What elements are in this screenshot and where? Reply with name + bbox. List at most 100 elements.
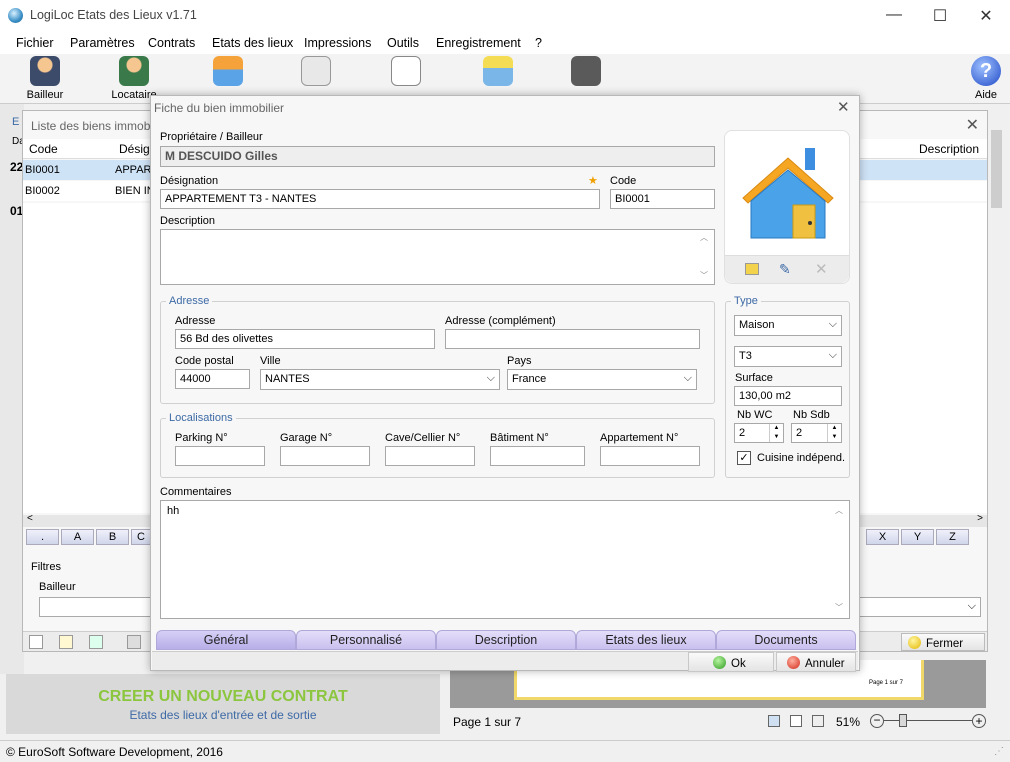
- alpha-tab[interactable]: Z: [936, 529, 969, 545]
- alpha-tab[interactable]: .: [26, 529, 59, 545]
- column-header-description[interactable]: Description: [919, 142, 979, 156]
- menu-outils[interactable]: Outils: [387, 36, 419, 50]
- address-field[interactable]: 56 Bd des olivettes: [175, 329, 435, 349]
- postal-field[interactable]: 44000: [175, 369, 250, 389]
- print-icon[interactable]: [127, 635, 141, 649]
- scroll-left-icon[interactable]: <: [27, 513, 33, 524]
- address2-label: Adresse (complément): [445, 315, 556, 327]
- surface-field[interactable]: 130,00 m2: [734, 386, 842, 406]
- sdb-stepper[interactable]: 2 ▲ ▼: [791, 423, 842, 443]
- fermer-button[interactable]: Fermer: [901, 633, 985, 651]
- type2-select[interactable]: T3 ⌵: [734, 346, 842, 367]
- toolbar-contrats[interactable]: [296, 56, 336, 89]
- tab-general[interactable]: Général: [156, 630, 296, 650]
- single-page-icon[interactable]: [790, 715, 802, 727]
- copyright-text: © EuroSoft Software Development, 2016: [6, 745, 223, 759]
- scroll-down-icon[interactable]: ﹀: [835, 602, 843, 613]
- zoom-in-icon[interactable]: +: [972, 714, 986, 728]
- fermer-label: Fermer: [926, 638, 964, 650]
- zoom-slider[interactable]: [884, 720, 972, 721]
- alpha-tab[interactable]: Y: [901, 529, 934, 545]
- stepper-arrows-icon[interactable]: ▲ ▼: [827, 424, 841, 442]
- alpha-tab[interactable]: C: [131, 529, 151, 545]
- country-select[interactable]: France ⌵: [507, 369, 697, 390]
- menu-etats-des-lieux[interactable]: Etats des lieux: [212, 36, 293, 50]
- menu-parametres[interactable]: Paramètres: [70, 36, 135, 50]
- edit-icon[interactable]: [59, 635, 73, 649]
- appartement-field[interactable]: [600, 446, 700, 466]
- chevron-down-icon: ⌵: [828, 318, 837, 330]
- scroll-right-icon[interactable]: >: [977, 513, 983, 524]
- eraser-icon[interactable]: ✎: [779, 261, 791, 278]
- new-icon[interactable]: [29, 635, 43, 649]
- tab-description[interactable]: Description: [436, 630, 576, 650]
- vertical-scrollbar[interactable]: [988, 110, 1005, 710]
- scroll-up-icon[interactable]: ︿: [835, 505, 843, 516]
- toolbar-etats-des-lieux[interactable]: [388, 56, 424, 89]
- code-field[interactable]: BI0001: [610, 189, 715, 209]
- cancel-button[interactable]: Annuler: [776, 652, 856, 672]
- garage-field[interactable]: [280, 446, 370, 466]
- alpha-tab[interactable]: A: [61, 529, 94, 545]
- create-contract-subtitle: Etats des lieux d'entrée et de sortie: [129, 708, 317, 722]
- parking-field[interactable]: [175, 446, 265, 466]
- dialog-close-icon[interactable]: ✕: [837, 98, 850, 116]
- chevron-down-icon: ⌵: [967, 600, 976, 612]
- alpha-tab[interactable]: B: [96, 529, 129, 545]
- address2-field[interactable]: [445, 329, 700, 349]
- toolbar-aide[interactable]: ? Aide: [968, 56, 1004, 101]
- ok-button[interactable]: Ok: [688, 652, 774, 672]
- designation-label: Désignation: [160, 175, 219, 187]
- toolbar-impressions[interactable]: [480, 56, 516, 89]
- designation-field[interactable]: APPARTEMENT T3 - NANTES: [160, 189, 600, 209]
- open-image-icon[interactable]: [745, 263, 759, 275]
- maximize-button[interactable]: ☐: [930, 6, 950, 26]
- minimize-button[interactable]: —: [884, 6, 904, 24]
- house-icon: [742, 148, 834, 239]
- cave-field[interactable]: [385, 446, 475, 466]
- menu-enregistrement[interactable]: Enregistrement: [436, 36, 521, 50]
- fit-page-icon[interactable]: [768, 715, 780, 727]
- status-bar: © EuroSoft Software Development, 2016: [0, 740, 1010, 762]
- kitchen-checkbox[interactable]: ✓: [737, 451, 751, 465]
- stepper-arrows-icon[interactable]: ▲ ▼: [769, 424, 783, 442]
- column-header-code[interactable]: Code: [29, 142, 58, 156]
- scroll-up-icon[interactable]: ︿: [700, 232, 708, 243]
- comments-field[interactable]: hh: [160, 500, 850, 619]
- delete-icon[interactable]: ✕: [815, 260, 828, 278]
- menu-impressions[interactable]: Impressions: [304, 36, 371, 50]
- menu-fichier[interactable]: Fichier: [16, 36, 54, 50]
- multi-page-icon[interactable]: [812, 715, 824, 727]
- alpha-tab[interactable]: X: [866, 529, 899, 545]
- menu-help[interactable]: ?: [535, 36, 542, 50]
- create-contract-panel[interactable]: CREER UN NOUVEAU CONTRAT Etats des lieux…: [6, 674, 440, 734]
- resize-grip-icon[interactable]: ⋰: [994, 746, 1004, 757]
- close-button[interactable]: ✕: [976, 6, 996, 26]
- star-icon[interactable]: ★: [588, 174, 598, 187]
- type-select[interactable]: Maison ⌵: [734, 315, 842, 336]
- tab-personnalise[interactable]: Personnalisé: [296, 630, 436, 650]
- tab-documents[interactable]: Documents: [716, 630, 856, 650]
- filter-bailleur-label: Bailleur: [39, 581, 76, 593]
- ok-icon: [713, 656, 726, 669]
- checklist-icon: [391, 56, 421, 86]
- city-select[interactable]: NANTES ⌵: [260, 369, 500, 390]
- toolbar-agenda[interactable]: [568, 56, 604, 89]
- batiment-field[interactable]: [490, 446, 585, 466]
- wc-stepper[interactable]: 2 ▲ ▼: [734, 423, 784, 443]
- list-close-icon[interactable]: ✕: [966, 115, 979, 135]
- type-group-title: Type: [731, 295, 761, 307]
- zoom-slider-thumb[interactable]: [899, 714, 907, 727]
- toolbar-bailleur[interactable]: Bailleur: [22, 56, 68, 101]
- menu-contrats[interactable]: Contrats: [148, 36, 195, 50]
- zoom-out-icon[interactable]: −: [870, 714, 884, 728]
- description-field[interactable]: [160, 229, 715, 285]
- create-contract-title[interactable]: CREER UN NOUVEAU CONTRAT: [6, 688, 440, 706]
- property-image-panel: ✎ ✕: [724, 130, 850, 284]
- scrollbar-thumb[interactable]: [991, 130, 1002, 208]
- left-snippet-1: E: [12, 116, 20, 128]
- tab-etats-des-lieux[interactable]: Etats des lieux: [576, 630, 716, 650]
- scroll-down-icon[interactable]: ﹀: [700, 270, 708, 281]
- recycle-icon[interactable]: [89, 635, 103, 649]
- toolbar-biens[interactable]: [208, 56, 248, 89]
